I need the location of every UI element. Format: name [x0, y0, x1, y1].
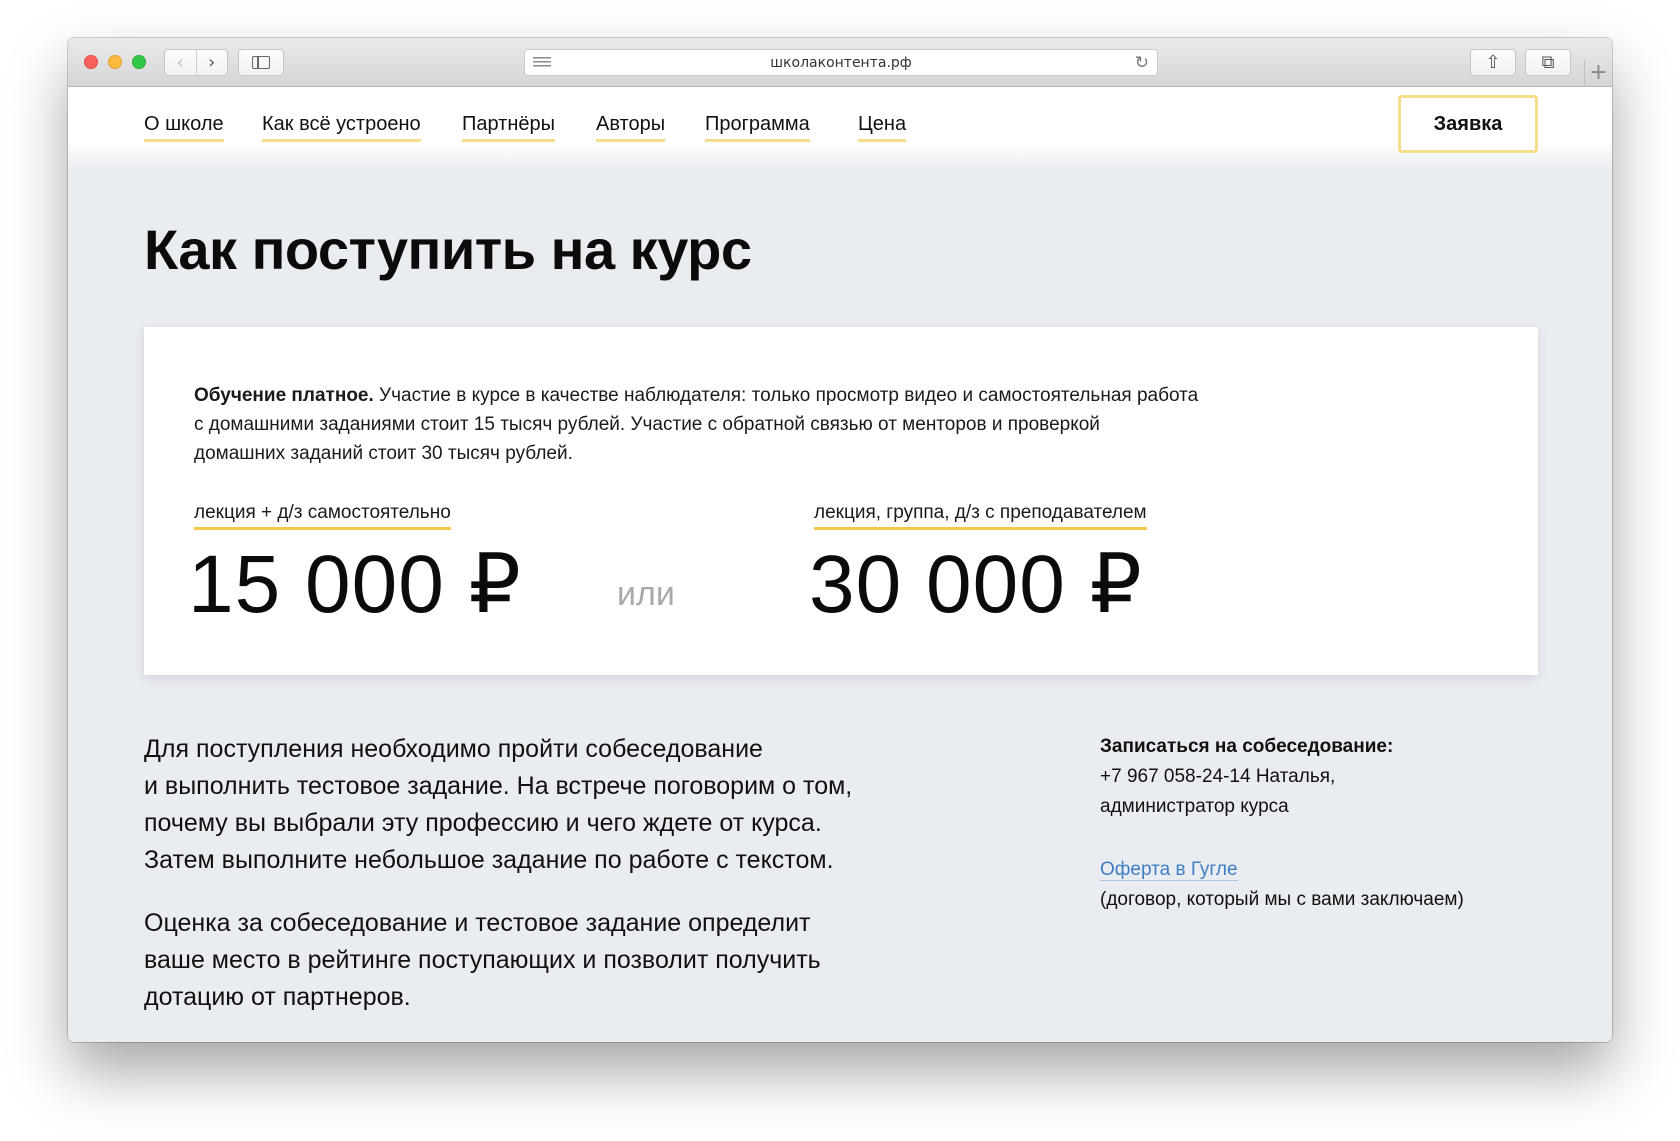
page-content: О школе Как всё устроено Партнёры Авторы… [68, 87, 1612, 1042]
zoom-window-button[interactable] [132, 55, 146, 69]
reader-icon[interactable] [533, 57, 551, 69]
paragraph-line: и выполнить тестовое задание. На встрече… [144, 772, 853, 800]
paragraph-line: дотацию от партнеров. [144, 983, 411, 1011]
contact-block: Записаться на собеседование: +7 967 058-… [1100, 732, 1520, 915]
history-navigation: ‹ › [164, 49, 228, 76]
paragraph-line: Оценка за собеседование и тестовое задан… [144, 909, 811, 937]
paragraph-line: Для поступления необходимо пройти собесе… [144, 735, 763, 763]
reload-icon[interactable]: ↻ [1135, 53, 1149, 73]
paragraph-line: почему вы выбрали эту профессию и чего ж… [144, 809, 822, 837]
browser-window: ‹ › школаконтента.рф ↻ ⇧ ⧉ + О школе Как… [68, 38, 1612, 1042]
contact-heading: Записаться на собеседование: [1100, 736, 1394, 757]
nav-link-about[interactable]: О школе [144, 113, 224, 142]
share-icon: ⇧ [1485, 52, 1501, 73]
share-button[interactable]: ⇧ [1470, 49, 1516, 76]
page-title: Как поступить на курс [144, 218, 752, 281]
nav-link-authors[interactable]: Авторы [596, 113, 666, 142]
pricing-intro-line: Участие в курсе в качестве наблюдателя: … [373, 385, 1199, 406]
url-text: школаконтента.рф [770, 54, 912, 71]
contact-role: администратор курса [1100, 796, 1289, 817]
sidebar-icon [252, 56, 270, 69]
forward-icon[interactable]: › [197, 50, 228, 75]
pricing-card: Обучение платное. Участие в курсе в каче… [144, 327, 1538, 675]
nav-link-program[interactable]: Программа [705, 113, 810, 142]
nav-link-price[interactable]: Цена [858, 113, 907, 142]
pricing-intro-line: домашних заданий стоит 30 тысяч рублей. [194, 443, 573, 464]
plan-self-label: лекция + д/з самостоятельно [194, 502, 451, 530]
paragraph-line: Затем выполните небольшое задание по раб… [144, 846, 834, 874]
admission-paragraph-1: Для поступления необходимо пройти собесе… [144, 731, 944, 879]
address-bar[interactable]: школаконтента.рф ↻ [524, 49, 1158, 76]
pricing-intro-line: с домашними заданиями стоит 15 тысяч руб… [194, 414, 1100, 435]
contact-phone: +7 967 058-24-14 Наталья, [1100, 766, 1336, 787]
tabs-icon: ⧉ [1541, 52, 1555, 73]
offer-link[interactable]: Оферта в Гугле [1100, 859, 1238, 881]
nav-link-partners[interactable]: Партнёры [462, 113, 556, 142]
new-tab-icon[interactable]: + [1584, 60, 1612, 87]
close-window-button[interactable] [84, 55, 98, 69]
pricing-intro-bold: Обучение платное. [194, 385, 374, 406]
plan-self-price: 15 000 ₽ [188, 539, 522, 630]
pricing-intro: Обучение платное. Участие в курсе в каче… [194, 381, 1284, 468]
offer-note: (договор, который мы с вами заключаем) [1100, 889, 1464, 910]
browser-toolbar: ‹ › школаконтента.рф ↻ ⇧ ⧉ + [68, 38, 1612, 87]
nav-link-how-it-works[interactable]: Как всё устроено [262, 113, 421, 142]
site-navbar: О школе Как всё устроено Партнёры Авторы… [68, 87, 1612, 171]
apply-button[interactable]: Заявка [1398, 95, 1538, 153]
minimize-window-button[interactable] [108, 55, 122, 69]
admission-paragraph-2: Оценка за собеседование и тестовое задан… [144, 905, 944, 1016]
back-icon[interactable]: ‹ [165, 50, 197, 75]
paragraph-line: ваше место в рейтинге поступающих и позв… [144, 946, 821, 974]
sidebar-toggle-button[interactable] [238, 49, 284, 76]
tabs-overview-button[interactable]: ⧉ [1525, 49, 1571, 76]
or-separator: или [617, 575, 675, 613]
plan-mentor-price: 30 000 ₽ [809, 539, 1143, 630]
plan-mentor-label: лекция, группа, д/з с преподавателем [814, 502, 1147, 530]
